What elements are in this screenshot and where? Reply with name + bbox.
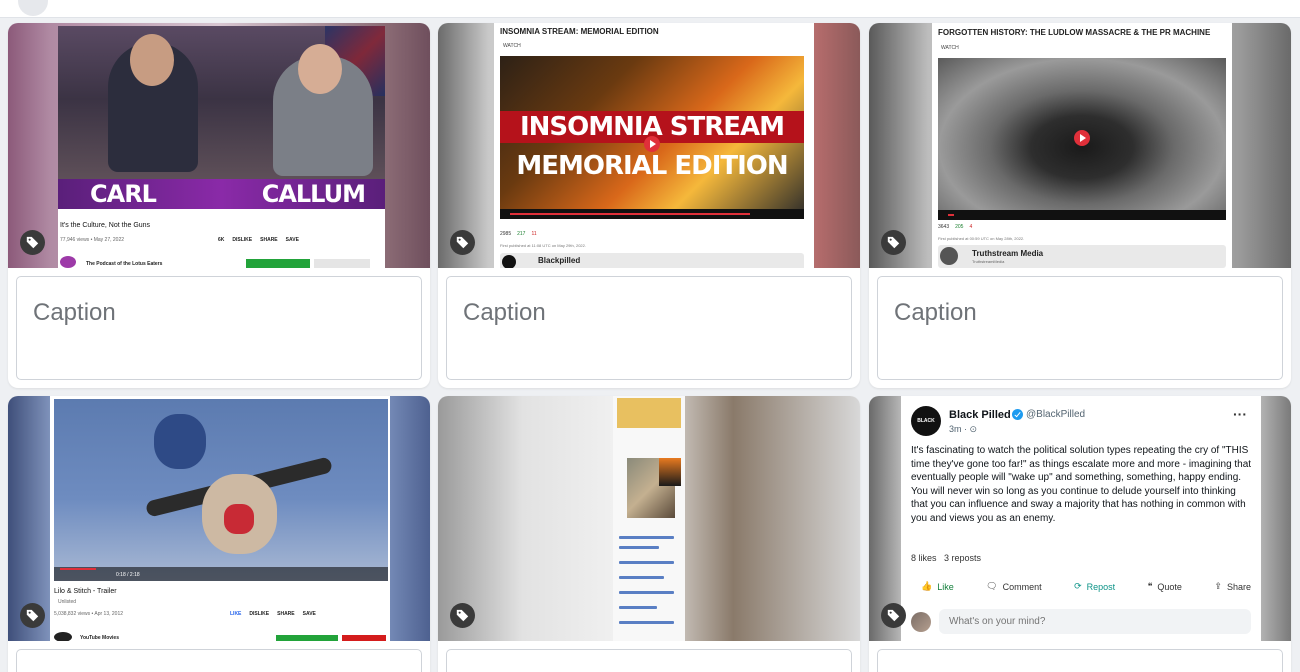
video-overlay-line2: MEMORIAL EDITION [516, 151, 788, 181]
tag-icon [456, 236, 469, 249]
tag-button[interactable] [450, 230, 475, 255]
media-thumbnail[interactable]: CARL CALLUM It's the Culture, Not the Gu… [8, 23, 430, 268]
channel-name: Truthstream Media [972, 249, 1044, 258]
media-thumbnail[interactable]: INSOMNIA STREAM: MEMORIAL EDITION WATCH … [438, 23, 860, 268]
tag-icon [26, 236, 39, 249]
video-actions: LIKE DISLIKE SHARE SAVE [230, 611, 316, 617]
watch-label: WATCH [503, 43, 521, 49]
video-player: 0:18 / 2:18 [54, 399, 388, 581]
post-author-handle: @BlackPilled [1026, 409, 1086, 420]
comment-action: 🗨 Comment [986, 581, 1042, 592]
watch-label: WATCH [941, 45, 959, 51]
thumbs-up-icon: 👍 [921, 581, 933, 591]
screenshot: CARL CALLUM It's the Culture, Not the Gu… [58, 26, 385, 268]
caption-field[interactable] [16, 649, 422, 672]
video-stats: 2985 217 11 [500, 231, 537, 237]
post-stats: 8 likes 3 reposts [911, 553, 982, 563]
channel-bar: Truthstream Media TruthstreamMedia [938, 245, 1226, 268]
channel-name: The Podcast of the Lotus Eaters [86, 261, 163, 267]
like-action: 👍 Like [921, 581, 954, 592]
verified-icon [1012, 409, 1023, 420]
more-options-icon: ··· [1233, 406, 1247, 422]
media-thumbnail[interactable]: BLACK Black Pilled @BlackPilled 3m · ⊙ ·… [869, 396, 1291, 641]
media-card: BLACK Black Pilled @BlackPilled 3m · ⊙ ·… [869, 396, 1291, 672]
top-bar [0, 0, 1300, 18]
publish-date: First published at 00:59 UTC on May 28th… [938, 236, 1025, 241]
tag-icon [887, 236, 900, 249]
channel-avatar [60, 256, 76, 268]
video-meta: 5,038,832 views • Apr 13, 2012 [54, 611, 124, 617]
post-author-name: Black Pilled [949, 409, 1011, 421]
media-thumbnail[interactable] [438, 396, 860, 641]
tag-button[interactable] [20, 603, 45, 628]
video-time: 0:18 / 2:18 [116, 572, 140, 578]
channel-name: Blackpilled [538, 256, 581, 265]
repost-action: ⟳ Repost [1074, 581, 1116, 592]
quote-icon: ❝ [1147, 581, 1153, 591]
caption-field[interactable] [446, 649, 852, 672]
media-thumbnail[interactable]: 0:18 / 2:18 Lilo & Stitch - Trailer Unli… [8, 396, 430, 641]
post-time: 3m · ⊙ [949, 424, 978, 434]
join-button [342, 635, 386, 641]
video-player: INSOMNIA STREAM MEMORIAL EDITION [500, 56, 804, 219]
media-card: CARL CALLUM It's the Culture, Not the Gu… [8, 23, 430, 388]
video-stats: 3643 205 4 [938, 224, 973, 230]
tag-icon [456, 609, 469, 622]
repost-icon: ⟳ [1074, 581, 1082, 591]
tag-icon [887, 609, 900, 622]
video-actions: 6K DISLIKE SHARE SAVE [218, 237, 299, 243]
video-status: Unlisted [58, 599, 77, 605]
post-body: It's fascinating to watch the political … [911, 445, 1252, 524]
subscribe-button [246, 259, 310, 268]
post-avatar: BLACK [911, 406, 941, 436]
page-heading: FORGOTTEN HISTORY: THE LUDLOW MASSACRE &… [938, 28, 1211, 37]
comment-icon: 🗨 [986, 581, 998, 591]
tag-button[interactable] [20, 230, 45, 255]
screenshot: INSOMNIA STREAM: MEMORIAL EDITION WATCH … [494, 23, 814, 268]
media-card [438, 396, 860, 672]
share-icon: ⇪ [1214, 581, 1222, 591]
channel-name: YouTube Movies [80, 635, 119, 641]
video-meta: 77,946 views • May 27, 2022 [60, 237, 125, 243]
tag-button[interactable] [881, 603, 906, 628]
media-card: INSOMNIA STREAM: MEMORIAL EDITION WATCH … [438, 23, 860, 388]
media-card: FORGOTTEN HISTORY: THE LUDLOW MASSACRE &… [869, 23, 1291, 388]
overlay-name-right: CALLUM [261, 180, 366, 208]
tag-button[interactable] [881, 230, 906, 255]
share-action: ⇪ Share [1214, 581, 1251, 592]
globe-icon: ⊙ [969, 424, 978, 434]
channel-avatar [54, 632, 72, 641]
play-icon [1074, 130, 1090, 146]
screenshot: FORGOTTEN HISTORY: THE LUDLOW MASSACRE &… [932, 23, 1232, 268]
channel-handle: TruthstreamMedia [972, 259, 1005, 264]
post-actions: 👍 Like 🗨 Comment ⟳ Repost ❝ Quote ⇪ Share [921, 581, 1251, 592]
video-player [938, 58, 1226, 220]
caption-field[interactable]: Caption [877, 276, 1283, 380]
tag-icon [26, 609, 39, 622]
screenshot: 0:18 / 2:18 Lilo & Stitch - Trailer Unli… [50, 396, 390, 641]
channel-bar: Blackpilled [500, 253, 804, 268]
compose-box [911, 609, 1253, 634]
quote-action: ❝ Quote [1147, 581, 1182, 592]
compose-input [939, 609, 1251, 634]
media-thumbnail[interactable]: FORGOTTEN HISTORY: THE LUDLOW MASSACRE &… [869, 23, 1291, 268]
compose-avatar [911, 612, 931, 632]
play-icon [644, 136, 660, 152]
social-post: BLACK Black Pilled @BlackPilled 3m · ⊙ ·… [901, 396, 1261, 641]
video-title: It's the Culture, Not the Guns [60, 222, 151, 229]
overlay-name-left: CARL [90, 180, 157, 208]
tag-button[interactable] [450, 603, 475, 628]
page-heading: INSOMNIA STREAM: MEMORIAL EDITION [500, 27, 659, 36]
publish-date: First published at 11:08 UTC on May 29th… [500, 243, 586, 248]
media-card: 0:18 / 2:18 Lilo & Stitch - Trailer Unli… [8, 396, 430, 672]
subscribed-button [314, 259, 370, 268]
video-title: Lilo & Stitch - Trailer [54, 588, 117, 595]
caption-field[interactable]: Caption [446, 276, 852, 380]
subscribe-button [276, 635, 338, 641]
caption-field[interactable] [877, 649, 1283, 672]
user-avatar[interactable] [18, 0, 48, 16]
screenshot [613, 396, 685, 641]
caption-field[interactable]: Caption [16, 276, 422, 380]
